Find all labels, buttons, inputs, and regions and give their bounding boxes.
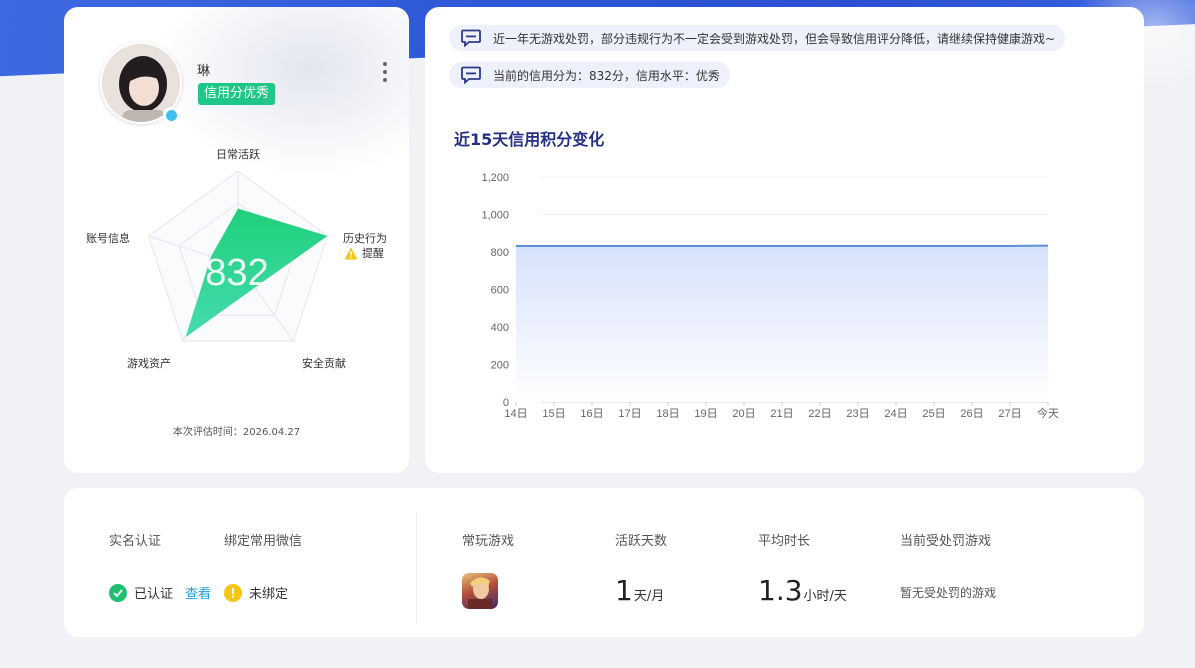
- x-tick-label: 今天: [1037, 406, 1059, 420]
- credit-chart-card: 近一年无游戏处罚，部分违规行为不一定会受到游戏处罚，但会导致信用评分降低，请继续…: [425, 7, 1144, 473]
- y-tick-label: 400: [491, 322, 509, 334]
- x-tick-label: 17日: [618, 408, 641, 420]
- divider: [416, 513, 417, 623]
- avg-duration-stat: 1.3 小时/天: [758, 574, 847, 607]
- x-tick-label: 25日: [922, 408, 945, 420]
- y-tick-label: 200: [491, 360, 509, 372]
- avg-duration-unit: 小时/天: [803, 589, 847, 604]
- punished-games-label: 当前受处罚游戏: [900, 534, 992, 549]
- real-name-status: 已认证 查看: [109, 583, 211, 602]
- profile-card: 琳 信用分优秀 832 日常活跃 历史行为 提醒 安全贡献 游戏资产 账号信息 …: [64, 7, 409, 473]
- x-tick-label: 24日: [884, 408, 907, 420]
- x-tick-label: 14日: [504, 408, 527, 420]
- x-tick-label: 18日: [656, 408, 679, 420]
- gender-badge-icon: [163, 107, 179, 123]
- x-tick-label: 16日: [580, 408, 603, 420]
- x-tick-label: 26日: [960, 408, 983, 420]
- remind-label: 提醒: [362, 247, 384, 260]
- real-name-label: 实名认证: [109, 534, 162, 549]
- series-area: [516, 245, 1048, 402]
- wechat-status[interactable]: 未绑定: [224, 583, 288, 602]
- radar-label-game-assets: 游戏资产: [127, 357, 171, 370]
- unbound-text: 未绑定: [249, 587, 289, 602]
- radar-label-daily-activity: 日常活跃: [216, 148, 260, 161]
- credit-radar-chart: 832: [148, 170, 328, 342]
- y-tick-label: 800: [491, 247, 509, 259]
- avg-duration-label: 平均时长: [758, 534, 811, 549]
- check-icon: [109, 583, 127, 602]
- x-tick-label: 23日: [846, 408, 869, 420]
- view-verification-link[interactable]: 查看: [185, 583, 211, 602]
- x-tick-label: 15日: [542, 408, 565, 420]
- y-tick-label: 600: [491, 285, 509, 297]
- x-tick-label: 20日: [732, 408, 755, 420]
- radar-label-history-behavior: 历史行为: [343, 232, 387, 245]
- account-stats-card: 实名认证 绑定常用微信 已认证 查看 未绑定 常玩游戏 活跃天数 平均时长 当前…: [64, 488, 1144, 637]
- y-tick-label: 1,200: [481, 172, 509, 184]
- alert-icon: [224, 583, 242, 602]
- active-days-value: 1: [615, 574, 633, 607]
- history-remind[interactable]: 提醒: [344, 245, 384, 261]
- x-tick-label: 27日: [998, 408, 1021, 420]
- radar-label-security-contribution: 安全贡献: [302, 357, 346, 370]
- username: 琳: [197, 64, 211, 79]
- frequent-games-label: 常玩游戏: [462, 534, 515, 549]
- evaluation-time: 本次评估时间：2026.04.27: [172, 427, 301, 438]
- no-punished-games-text: 暂无受处罚的游戏: [900, 586, 997, 600]
- game-icon[interactable]: [462, 573, 498, 609]
- active-days-unit: 天/月: [633, 589, 665, 604]
- credit-score: 832: [205, 252, 268, 294]
- x-tick-label: 21日: [770, 408, 793, 420]
- verified-text: 已认证: [134, 587, 174, 602]
- x-tick-label: 22日: [808, 408, 831, 420]
- wechat-bind-label: 绑定常用微信: [224, 534, 303, 549]
- radar-label-account-info: 账号信息: [86, 232, 130, 245]
- avg-duration-value: 1.3: [758, 574, 803, 607]
- credit-line-chart: 02004006008001,0001,20014日 15日 16日 17日 18日 19…: [481, 172, 1059, 420]
- credit-level-badge: 信用分优秀: [198, 83, 276, 105]
- warning-icon: [344, 247, 358, 259]
- active-days-stat: 1 天/月: [615, 574, 664, 607]
- active-days-label: 活跃天数: [615, 534, 668, 549]
- y-tick-label: 1,000: [481, 210, 509, 222]
- x-tick-label: 19日: [694, 408, 717, 420]
- more-options-icon[interactable]: [380, 62, 390, 82]
